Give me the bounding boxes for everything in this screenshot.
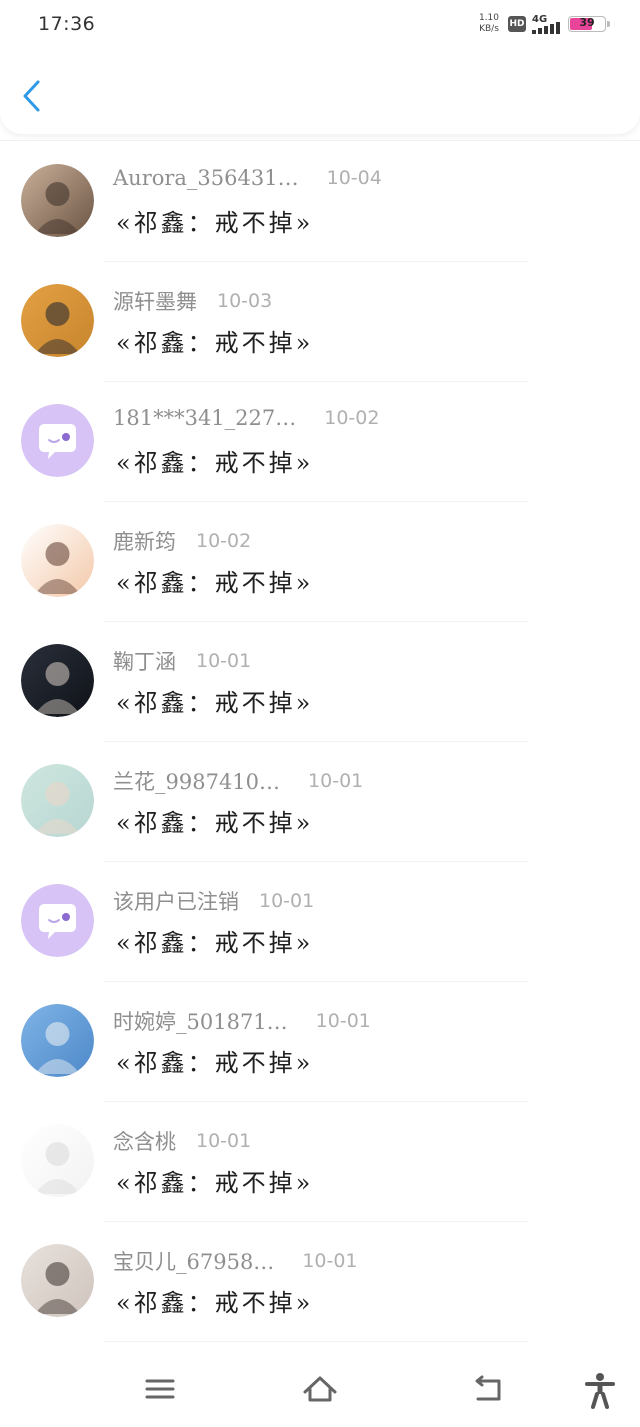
item-date: 10-01 [302, 1250, 358, 1272]
avatar[interactable] [21, 524, 94, 597]
item-meta: 鞠丁涵 10-01 [113, 646, 251, 676]
avatar[interactable] [21, 284, 94, 357]
item-date: 10-01 [259, 890, 315, 912]
item-content: «祁鑫：戒不掉» [116, 809, 314, 837]
item-meta: 鹿新筠 10-02 [113, 526, 251, 556]
list-item[interactable]: Aurora_356431… 10-04 «祁鑫：戒不掉» [0, 142, 640, 262]
item-content: «祁鑫：戒不掉» [116, 1169, 314, 1197]
item-date: 10-02 [196, 530, 252, 552]
list-item[interactable]: 兰花_9987410… 10-01 «祁鑫：戒不掉» [0, 742, 640, 862]
back-button[interactable] [18, 78, 48, 114]
battery-icon: 39 [568, 16, 610, 32]
username[interactable]: 念含桃 [113, 1126, 176, 1156]
avatar[interactable] [21, 404, 94, 477]
list-item[interactable]: 源轩墨舞 10-03 «祁鑫：戒不掉» [0, 262, 640, 382]
item-meta: Aurora_356431… 10-04 [113, 166, 382, 196]
reply-list: Aurora_356431… 10-04 «祁鑫：戒不掉» 源轩墨舞 10-03 «祁鑫：… [0, 142, 640, 1342]
menu-button[interactable] [140, 1370, 180, 1410]
avatar[interactable] [21, 1124, 94, 1197]
item-date: 10-02 [324, 407, 380, 429]
back-icon [475, 1375, 501, 1401]
status-bar: 17:36 1.10 KB/s HD 4G 39 [0, 0, 640, 50]
divider [0, 140, 640, 141]
item-content: «祁鑫：戒不掉» [116, 209, 314, 237]
item-content: «祁鑫：戒不掉» [116, 1289, 314, 1317]
navigation-bar [0, 1352, 640, 1427]
item-meta: 181***341_227… 10-02 [113, 406, 379, 436]
chevron-left-icon [23, 80, 40, 112]
username[interactable]: 鹿新筠 [113, 526, 176, 556]
item-date: 10-01 [196, 1130, 252, 1152]
avatar[interactable] [21, 644, 94, 717]
item-meta: 该用户已注销 10-01 [113, 886, 314, 916]
item-meta: 兰花_9987410… 10-01 [113, 766, 363, 796]
item-meta: 源轩墨舞 10-03 [113, 286, 272, 316]
item-meta: 念含桃 10-01 [113, 1126, 251, 1156]
item-content: «祁鑫：戒不掉» [116, 329, 314, 357]
list-item[interactable]: 宝贝儿_67958… 10-01 «祁鑫：戒不掉» [0, 1222, 640, 1342]
home-icon [303, 1376, 337, 1402]
item-content: «祁鑫：戒不掉» [116, 569, 314, 597]
item-date: 10-01 [308, 770, 364, 792]
avatar[interactable] [21, 884, 94, 957]
item-date: 10-04 [326, 167, 382, 189]
username[interactable]: 兰花_9987410… [113, 766, 280, 796]
list-item[interactable]: 念含桃 10-01 «祁鑫：戒不掉» [0, 1102, 640, 1222]
username[interactable]: 源轩墨舞 [113, 286, 197, 316]
avatar[interactable] [21, 764, 94, 837]
item-content: «祁鑫：戒不掉» [116, 449, 314, 477]
item-date: 10-01 [196, 650, 252, 672]
avatar[interactable] [21, 164, 94, 237]
hd-icon: HD [508, 16, 526, 32]
header [0, 50, 640, 134]
list-item[interactable]: 181***341_227… 10-02 «祁鑫：戒不掉» [0, 382, 640, 502]
username[interactable]: 181***341_227… [113, 406, 296, 430]
item-content: «祁鑫：戒不掉» [116, 929, 314, 957]
list-item[interactable]: 该用户已注销 10-01 «祁鑫：戒不掉» [0, 862, 640, 982]
menu-icon [145, 1379, 175, 1399]
accessibility-icon [585, 1373, 615, 1409]
item-date: 10-03 [217, 290, 273, 312]
item-meta: 时婉婷_501871… 10-01 [113, 1006, 371, 1036]
signal-icon: 4G [532, 14, 562, 34]
status-time: 17:36 [38, 13, 96, 35]
avatar[interactable] [21, 1004, 94, 1077]
username[interactable]: 该用户已注销 [113, 886, 239, 916]
list-item[interactable]: 时婉婷_501871… 10-01 «祁鑫：戒不掉» [0, 982, 640, 1102]
avatar[interactable] [21, 1244, 94, 1317]
accessibility-button[interactable] [580, 1370, 620, 1410]
username[interactable]: 鞠丁涵 [113, 646, 176, 676]
item-meta: 宝贝儿_67958… 10-01 [113, 1246, 358, 1276]
username[interactable]: 时婉婷_501871… [113, 1006, 288, 1036]
username[interactable]: 宝贝儿_67958… [113, 1246, 274, 1276]
back-nav-button[interactable] [468, 1370, 508, 1410]
list-item[interactable]: 鞠丁涵 10-01 «祁鑫：戒不掉» [0, 622, 640, 742]
list-item[interactable]: 鹿新筠 10-02 «祁鑫：戒不掉» [0, 502, 640, 622]
item-date: 10-01 [315, 1010, 371, 1032]
username[interactable]: Aurora_356431… [113, 166, 299, 190]
item-content: «祁鑫：戒不掉» [116, 1049, 314, 1077]
item-content: «祁鑫：戒不掉» [116, 689, 314, 717]
network-speed: 1.10 KB/s [478, 13, 500, 34]
home-button[interactable] [300, 1370, 340, 1410]
divider [104, 1341, 528, 1342]
